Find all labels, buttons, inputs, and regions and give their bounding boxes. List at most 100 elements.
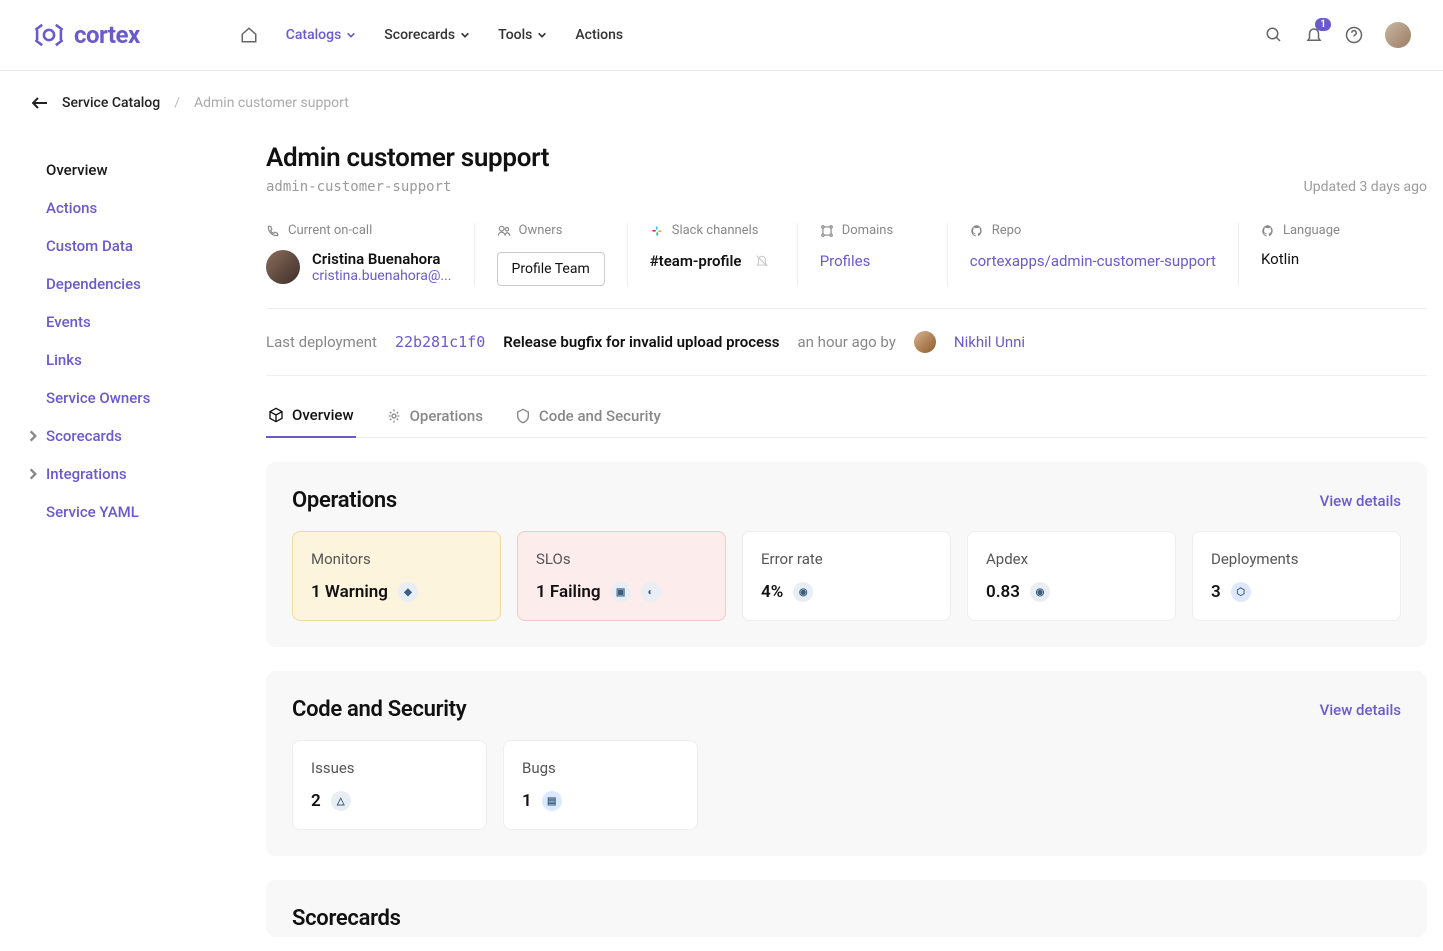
sidebar: Overview Actions Custom Data Dependencie…	[16, 129, 236, 937]
nav-catalogs[interactable]: Catalogs	[286, 27, 357, 43]
deploy-user[interactable]: Nikhil Unni	[954, 333, 1025, 351]
nav-actions[interactable]: Actions	[575, 27, 623, 43]
oncall-email[interactable]: cristina.buenahora@...	[312, 268, 452, 284]
deploy-avatar	[914, 331, 936, 353]
notification-badge: 1	[1315, 18, 1331, 31]
slack-label: Slack channels	[650, 223, 775, 238]
operations-title: Operations	[292, 488, 397, 513]
brand-name: cortex	[74, 21, 140, 49]
sidebar-item-dependencies[interactable]: Dependencies	[38, 265, 228, 303]
sidebar-item-service-yaml[interactable]: Service YAML	[38, 493, 228, 531]
breadcrumb: Service Catalog / Admin customer support	[0, 71, 1443, 117]
slack-icon	[650, 224, 664, 238]
chevron-down-icon	[346, 30, 356, 40]
cortex-logo-icon	[32, 18, 66, 52]
sidebar-item-overview[interactable]: Overview	[38, 151, 228, 189]
last-deployment: Last deployment 22b281c1f0 Release bugfi…	[266, 309, 1427, 376]
help-icon[interactable]	[1345, 26, 1363, 44]
card-issues[interactable]: Issues 2 △	[292, 740, 487, 830]
card-slos[interactable]: SLOs 1 Failing ▣ ◐	[517, 531, 726, 621]
slack-channel[interactable]: #team-profile	[650, 252, 742, 270]
card-deployments[interactable]: Deployments 3 ⬡	[1192, 531, 1401, 621]
notifications[interactable]: 1	[1305, 26, 1323, 44]
deploy-message: Release bugfix for invalid upload proces…	[503, 333, 779, 351]
content-tabs: Overview Operations Code and Security	[266, 394, 1427, 438]
page-slug: admin-customer-support	[266, 179, 451, 195]
chevron-down-icon	[460, 30, 470, 40]
last-updated: Updated 3 days ago	[1304, 179, 1427, 195]
scorecards-panel: Scorecards	[266, 880, 1427, 937]
sonar-icon: ▤	[542, 791, 562, 811]
breadcrumb-current: Admin customer support	[194, 95, 349, 111]
owner-chip[interactable]: Profile Team	[497, 252, 605, 286]
domains-label: Domains	[820, 223, 925, 238]
tab-overview[interactable]: Overview	[266, 394, 356, 438]
security-panel: Code and Security View details Issues 2 …	[266, 671, 1427, 856]
shield-icon	[515, 408, 531, 424]
operations-view-details[interactable]: View details	[1320, 492, 1401, 510]
main-content: Admin customer support admin-customer-su…	[236, 129, 1427, 937]
operations-panel: Operations View details Monitors 1 Warni…	[266, 462, 1427, 647]
card-bugs[interactable]: Bugs 1 ▤	[503, 740, 698, 830]
cube-icon	[268, 407, 284, 423]
user-avatar[interactable]	[1385, 22, 1411, 48]
page-title: Admin customer support	[266, 143, 1427, 173]
card-error-rate[interactable]: Error rate 4% ◉	[742, 531, 951, 621]
scorecards-title: Scorecards	[292, 906, 1401, 931]
sidebar-item-scorecards[interactable]: Scorecards	[38, 417, 228, 455]
provider-icon: ▣	[611, 582, 631, 602]
domain-link[interactable]: Profiles	[820, 252, 925, 270]
chevron-right-icon	[26, 467, 40, 481]
users-icon	[497, 224, 511, 238]
top-nav: cortex Catalogs Scorecards Tools Actions	[0, 0, 1443, 71]
sentry-icon: △	[331, 791, 351, 811]
deploy-time: an hour ago by	[798, 333, 896, 351]
oncall-label: Current on-call	[266, 223, 452, 238]
github-icon	[970, 224, 984, 238]
nav-home-icon[interactable]	[240, 26, 258, 44]
sidebar-item-events[interactable]: Events	[38, 303, 228, 341]
sidebar-item-service-owners[interactable]: Service Owners	[38, 379, 228, 417]
language-label: Language	[1261, 223, 1340, 238]
deploy-label: Last deployment	[266, 333, 377, 351]
provider-icon: ◐	[641, 582, 661, 602]
newrelic-icon: ◉	[1030, 582, 1050, 602]
chevron-right-icon	[26, 429, 40, 443]
brand-logo[interactable]: cortex	[32, 18, 140, 52]
security-title: Code and Security	[292, 697, 466, 722]
tab-operations[interactable]: Operations	[384, 394, 485, 437]
sidebar-item-custom-data[interactable]: Custom Data	[38, 227, 228, 265]
repo-label: Repo	[970, 223, 1216, 238]
chevron-down-icon	[537, 30, 547, 40]
mute-icon	[755, 254, 769, 268]
nav-links: Catalogs Scorecards Tools Actions	[240, 26, 623, 44]
security-view-details[interactable]: View details	[1320, 701, 1401, 719]
newrelic-icon: ◉	[793, 582, 813, 602]
oncall-name: Cristina Buenahora	[312, 250, 452, 268]
oncall-avatar	[266, 250, 300, 284]
domains-icon	[820, 224, 834, 238]
info-row: Current on-call Cristina Buenahora crist…	[266, 223, 1427, 309]
back-icon[interactable]	[32, 97, 48, 109]
sidebar-item-actions[interactable]: Actions	[38, 189, 228, 227]
breadcrumb-separator: /	[174, 95, 180, 111]
repo-link[interactable]: cortexapps/admin-customer-support	[970, 250, 1216, 273]
datadog-icon: ◆	[398, 582, 418, 602]
tab-security[interactable]: Code and Security	[513, 394, 663, 437]
nav-tools[interactable]: Tools	[498, 27, 547, 43]
sidebar-item-integrations[interactable]: Integrations	[38, 455, 228, 493]
breadcrumb-root[interactable]: Service Catalog	[62, 95, 160, 111]
language-value: Kotlin	[1261, 250, 1340, 268]
card-monitors[interactable]: Monitors 1 Warning ◆	[292, 531, 501, 621]
deploy-commit[interactable]: 22b281c1f0	[395, 333, 485, 351]
kubernetes-icon: ⬡	[1231, 582, 1251, 602]
github-icon	[1261, 224, 1275, 238]
search-icon[interactable]	[1265, 26, 1283, 44]
gear-icon	[386, 408, 402, 424]
card-apdex[interactable]: Apdex 0.83 ◉	[967, 531, 1176, 621]
phone-icon	[266, 224, 280, 238]
nav-scorecards[interactable]: Scorecards	[384, 27, 470, 43]
sidebar-item-links[interactable]: Links	[38, 341, 228, 379]
nav-right: 1	[1265, 22, 1411, 48]
owners-label: Owners	[497, 223, 605, 238]
